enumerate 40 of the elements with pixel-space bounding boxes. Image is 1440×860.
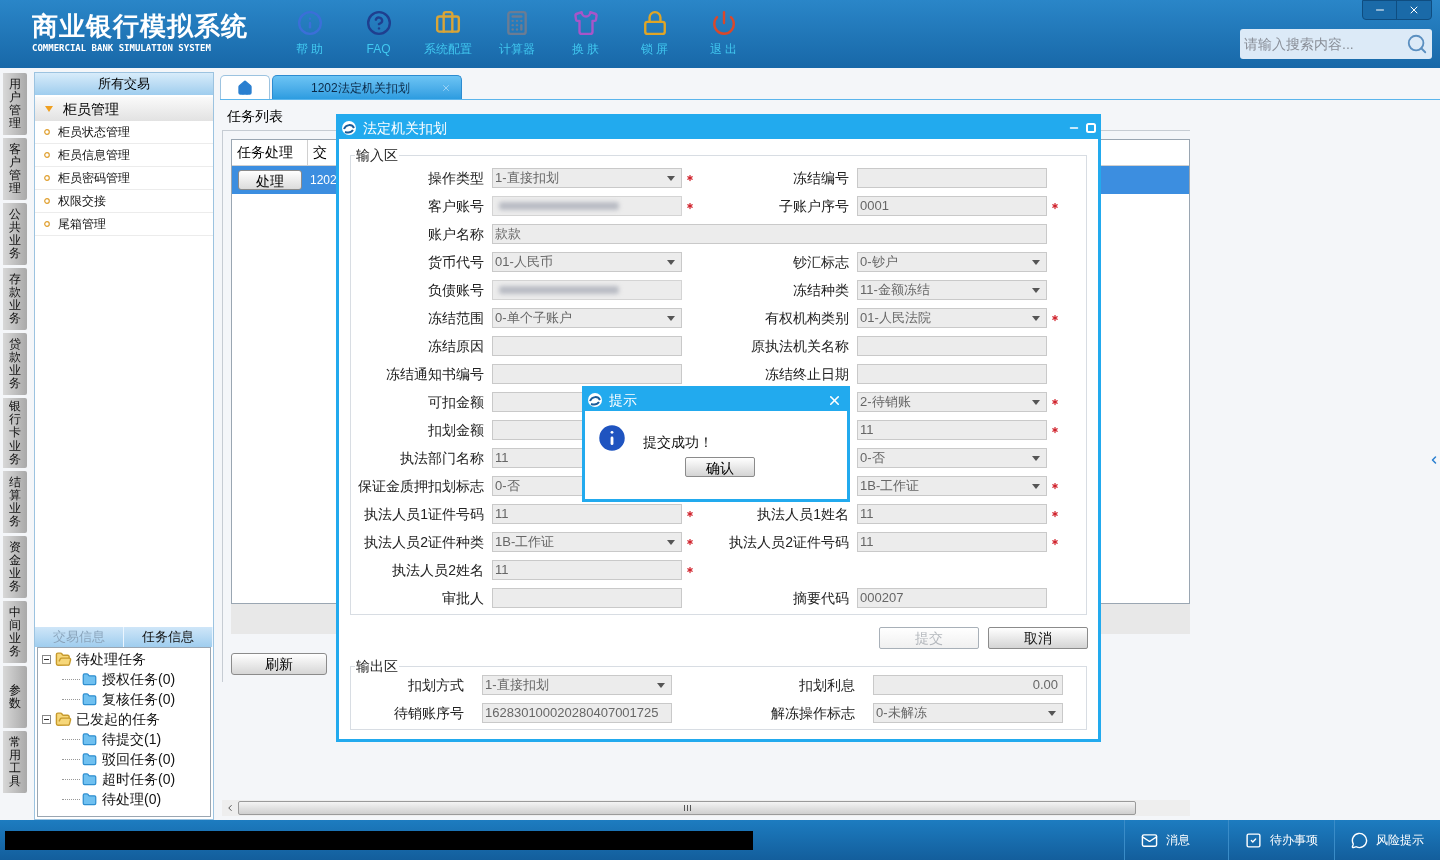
field-label: 货币代号 — [428, 252, 484, 272]
dialog-title: 提示 — [609, 390, 638, 410]
field-label: 执法人员1姓名 — [757, 504, 849, 524]
field-label: 执法人员2姓名 — [392, 560, 484, 580]
field-label: 审批人 — [442, 588, 484, 608]
field-label: 钞汇标志 — [793, 252, 849, 272]
field-label: 待销账序号 — [394, 703, 464, 723]
field-label: 执法部门名称 — [400, 448, 484, 468]
table-cell-text: 1202 — [309, 172, 337, 189]
field-label: 解冻操作标志 — [771, 703, 855, 723]
app-title: 商业银行模拟系统 — [32, 10, 249, 42]
field-label: 子账户序号 — [779, 196, 849, 216]
panel-title: 所有交易 — [98, 75, 150, 94]
field-label: 摘要代码 — [793, 588, 849, 608]
field-label: 冻结原因 — [428, 336, 484, 356]
field-label: 操作类型 — [428, 168, 484, 188]
field-label: 执法人员1证件号码 — [364, 504, 484, 524]
field-label: 冻结范围 — [428, 308, 484, 328]
section-legend: 输入区 — [355, 145, 399, 166]
panel-title: 任务列表 — [227, 108, 283, 124]
field-label: 原执法机关名称 — [751, 336, 849, 356]
field-label: 客户账号 — [428, 196, 484, 216]
field-label: 账户名称 — [428, 224, 484, 244]
field-label: 有权机构类别 — [765, 308, 849, 328]
field-label: 冻结编号 — [793, 168, 849, 188]
field-label: 保证金质押扣划标志 — [358, 476, 484, 496]
message-text: 提交成功！ — [643, 432, 713, 452]
dialog-title: 法定机关扣划 — [363, 118, 448, 138]
field-label: 扣划方式 — [408, 675, 464, 695]
field-label: 冻结种类 — [793, 280, 849, 300]
field-label: 冻结终止日期 — [765, 364, 849, 384]
column-header: 任务处理 — [232, 140, 308, 165]
field-label: 执法人员2证件种类 — [364, 532, 484, 552]
field-label: 执法人员2证件号码 — [729, 532, 849, 552]
field-label: 冻结通知书编号 — [386, 364, 484, 384]
field-label: 扣划利息 — [799, 675, 855, 695]
field-label: 负债账号 — [428, 280, 484, 300]
app-subtitle: COMMERCIAL BANK SIMULATION SYSTEM — [32, 42, 212, 55]
field-label: 扣划金额 — [428, 420, 484, 440]
field-label: 可扣金额 — [428, 392, 484, 412]
